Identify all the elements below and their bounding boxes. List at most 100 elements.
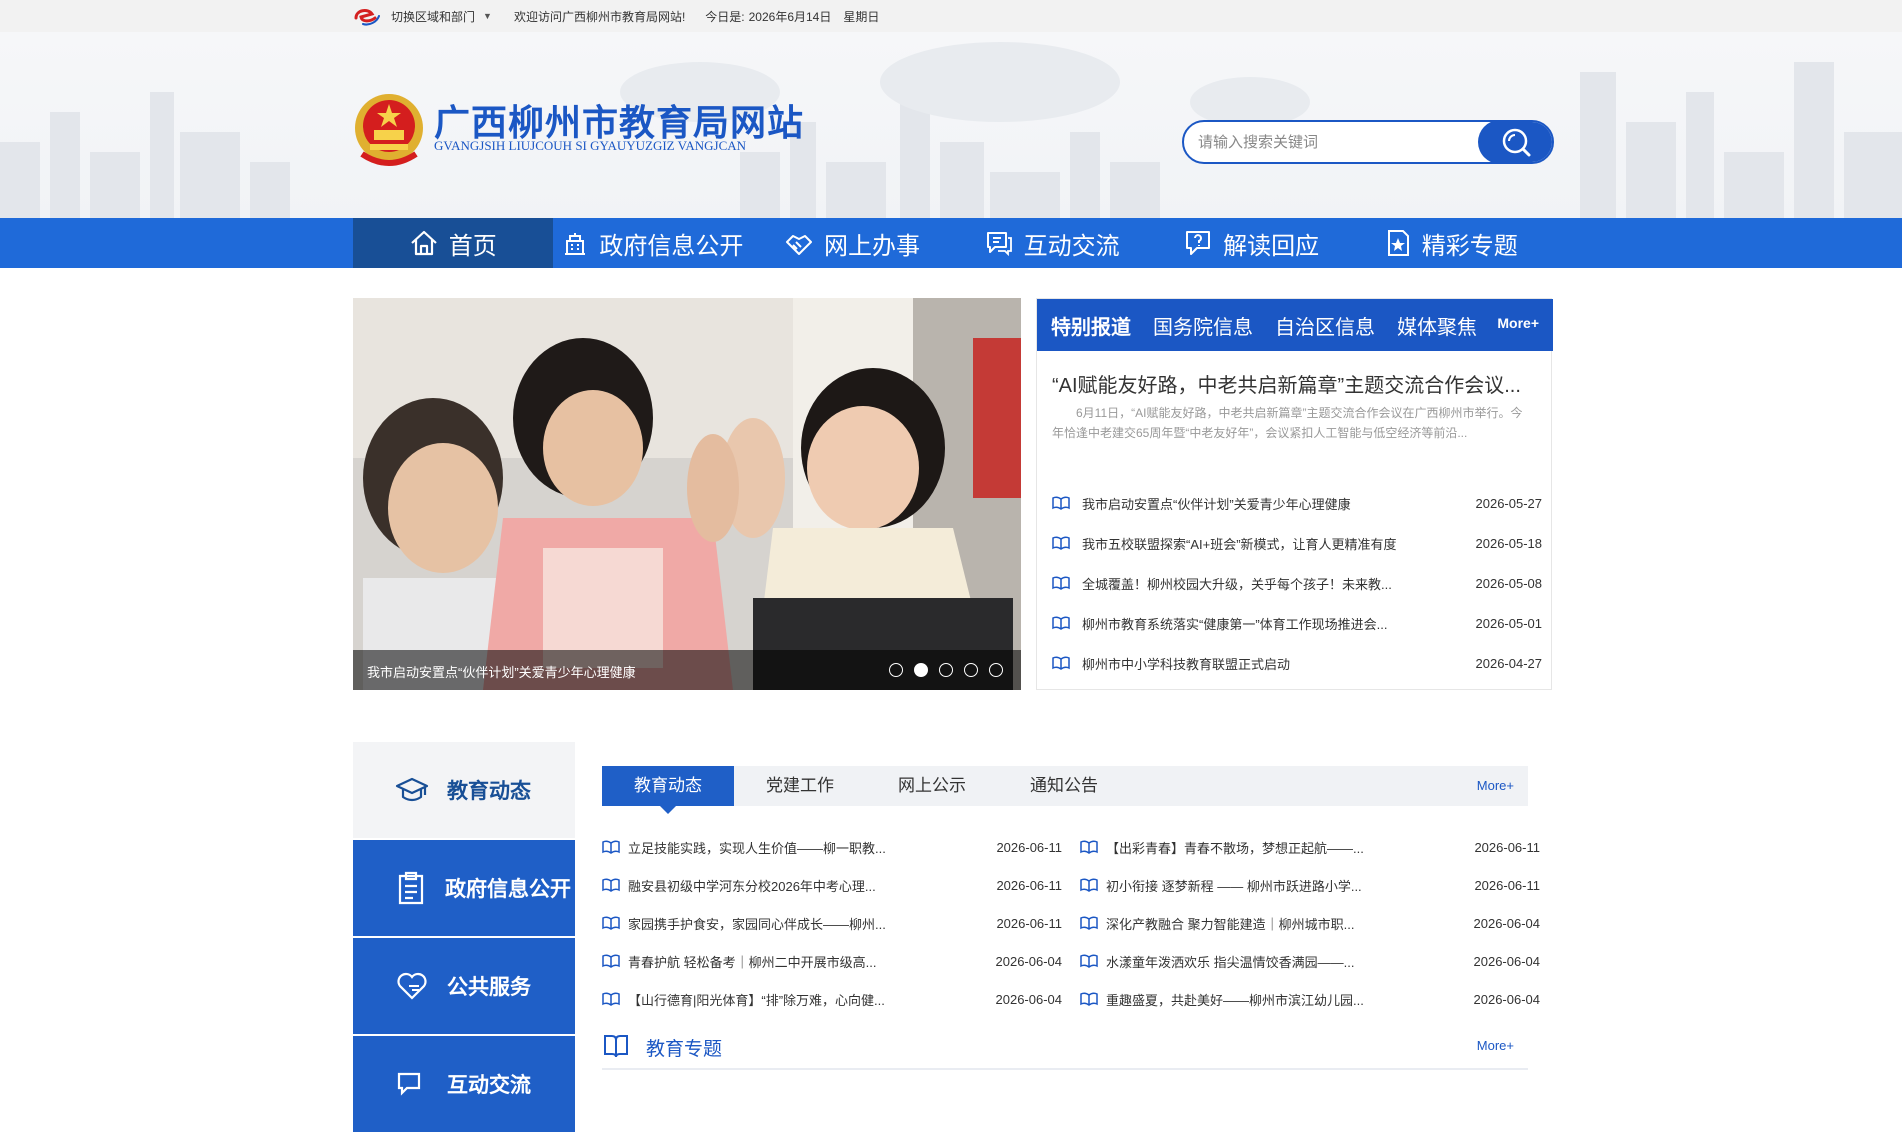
- list-item[interactable]: 水漾童年泼洒欢乐 指尖温情饺香满园——... 2026-06-04: [1080, 942, 1540, 980]
- carousel-dots: [878, 663, 1003, 677]
- tab-education-news[interactable]: 教育动态: [602, 766, 734, 814]
- content-list-right: 【出彩青春】青春不散场，梦想正起航——... 2026-06-11 初小衔接 逐…: [1080, 828, 1540, 1018]
- region-switcher[interactable]: 切换区域和部门 ▼: [391, 8, 492, 25]
- nav-label: 政府信息公开: [599, 232, 744, 260]
- book-icon: [1052, 616, 1070, 630]
- banner-caption-bar: 我市启动安置点“伙伴计划”关爱青少年心理健康: [353, 650, 1021, 690]
- carousel-dot[interactable]: [939, 663, 953, 677]
- item-title: 深化产教融合 聚力智能建造｜柳州城市职...: [1106, 916, 1355, 932]
- nav-item-gov-info[interactable]: 政府信息公开: [553, 218, 753, 268]
- nav-item-interaction[interactable]: 互动交流: [952, 218, 1152, 268]
- news-date: 2026-05-01: [1475, 615, 1543, 631]
- sidebar-item-education-news[interactable]: 教育动态: [353, 742, 575, 838]
- carousel-dot[interactable]: [989, 663, 1003, 677]
- list-item[interactable]: 柳州市教育系统落实“健康第一”体育工作现场推进会... 2026-05-01: [1052, 603, 1542, 643]
- nav-item-online-service[interactable]: 网上办事: [752, 218, 952, 268]
- list-item[interactable]: 柳州市中小学科技教育联盟正式启动 2026-04-27: [1052, 643, 1542, 683]
- news-title: 我市启动安置点“伙伴计划”关爱青少年心理健康: [1082, 496, 1351, 512]
- news-panel: 特别报道 国务院信息 自治区信息 媒体聚焦 More+ “AI赋能友好路，中老共…: [1036, 298, 1553, 690]
- carousel-dot-active[interactable]: [914, 663, 928, 677]
- tab-party-work[interactable]: 党建工作: [734, 766, 866, 806]
- list-item[interactable]: 青春护航 轻松备考｜柳州二中开展市级高... 2026-06-04: [602, 942, 1062, 980]
- news-more-link[interactable]: More+: [1497, 315, 1539, 331]
- item-title: 家园携手护食安，家园同心伴成长——柳州...: [628, 916, 886, 932]
- item-date: 2026-06-04: [1473, 915, 1541, 931]
- nav-label: 互动交流: [1023, 232, 1120, 260]
- tab-state-council[interactable]: 国务院信息: [1153, 311, 1253, 340]
- sidebar-item-gov-info[interactable]: 政府信息公开: [353, 840, 575, 936]
- tab-region-info[interactable]: 自治区信息: [1275, 311, 1375, 340]
- item-date: 2026-06-11: [1474, 839, 1540, 855]
- item-date: 2026-06-04: [1473, 991, 1541, 1007]
- item-date: 2026-06-04: [1473, 953, 1541, 969]
- nav-item-home[interactable]: 首页: [353, 218, 553, 268]
- chevron-down-icon: ▼: [483, 11, 492, 21]
- clipboard-icon: [398, 871, 424, 905]
- news-date: 2026-05-08: [1475, 575, 1543, 591]
- book-icon: [602, 916, 620, 930]
- headline-link[interactable]: “AI赋能友好路，中老共启新篇章”主题交流合作会议...: [1052, 369, 1542, 398]
- list-item[interactable]: 【出彩青春】青春不散场，梦想正起航——... 2026-06-11: [1080, 828, 1540, 866]
- list-item[interactable]: 融安县初级中学河东分校2026年中考心理... 2026-06-11: [602, 866, 1062, 904]
- carousel-dot[interactable]: [964, 663, 978, 677]
- carousel-dot[interactable]: [889, 663, 903, 677]
- banner-carousel[interactable]: 我市启动安置点“伙伴计划”关爱青少年心理健康: [353, 298, 1021, 690]
- book-icon: [1052, 496, 1070, 510]
- main-nav: 首页 政府信息公开 网上办事 互动交流 解读回应 精彩专题: [0, 218, 1902, 268]
- book-icon: [1080, 916, 1098, 930]
- list-item[interactable]: 家园携手护食安，家园同心伴成长——柳州... 2026-06-11: [602, 904, 1062, 942]
- book-icon: [602, 992, 620, 1006]
- date-label: 今日是:: [705, 9, 745, 24]
- list-item[interactable]: 全城覆盖！柳州校园大升级，关乎每个孩子！未来教... 2026-05-08: [1052, 563, 1542, 603]
- content-more-link[interactable]: More+: [1477, 778, 1514, 793]
- book-icon: [602, 954, 620, 968]
- book-icon: [1052, 576, 1070, 590]
- book-icon: [1052, 656, 1070, 670]
- tab-media-focus[interactable]: 媒体聚焦: [1397, 311, 1477, 340]
- nav-label: 解读回应: [1223, 232, 1320, 260]
- education-topics-header: 教育专题 More+: [602, 1024, 1528, 1070]
- item-title: 重趣盛夏，共赴美好——柳州市滨江幼儿园...: [1106, 992, 1364, 1008]
- list-item[interactable]: 我市启动安置点“伙伴计划”关爱青少年心理健康 2026-05-27: [1052, 483, 1542, 523]
- book-icon: [1052, 536, 1070, 550]
- news-date: 2026-05-27: [1475, 495, 1543, 511]
- nav-label: 首页: [448, 232, 497, 260]
- item-title: 立足技能实践，实现人生价值——柳一职教...: [628, 840, 886, 856]
- sidebar-item-interaction[interactable]: 互动交流: [353, 1036, 575, 1132]
- star-document-icon: [1387, 230, 1409, 256]
- chat-icon: [986, 232, 1012, 257]
- sidebar-item-public-service[interactable]: 公共服务: [353, 938, 575, 1034]
- list-item[interactable]: 深化产教融合 聚力智能建造｜柳州城市职... 2026-06-04: [1080, 904, 1540, 942]
- site-header: 广西柳州市教育局网站 GVANGJSIH LIUJCOUH SI GYAUYUZ…: [0, 32, 1902, 218]
- list-item[interactable]: 【山行德育|阳光体育】“排”除万难，心向健... 2026-06-04: [602, 980, 1062, 1018]
- topics-title[interactable]: 教育专题: [646, 1034, 722, 1061]
- sidebar-label: 教育动态: [447, 780, 531, 803]
- book-icon: [1080, 878, 1098, 892]
- search-input[interactable]: [1184, 122, 1480, 162]
- search-button[interactable]: [1478, 122, 1552, 162]
- item-title: 【山行德育|阳光体育】“排”除万难，心向健...: [628, 992, 885, 1008]
- tab-announcements[interactable]: 通知公告: [998, 766, 1130, 806]
- item-date: 2026-06-11: [996, 877, 1062, 893]
- nav-item-topics[interactable]: 精彩专题: [1351, 218, 1551, 268]
- question-chat-icon: [1186, 231, 1211, 255]
- banner-caption[interactable]: 我市启动安置点“伙伴计划”关爱青少年心理健康: [367, 662, 636, 681]
- home-icon: [411, 230, 437, 256]
- welcome-text: 欢迎访问广西柳州市教育局网站!: [513, 9, 686, 24]
- nav-item-interpretation[interactable]: 解读回应: [1151, 218, 1351, 268]
- news-tabs: 特别报道 国务院信息 自治区信息 媒体聚焦 More+: [1037, 299, 1553, 351]
- list-item[interactable]: 初小衔接 逐梦新程 —— 柳州市跃进路小学... 2026-06-11: [1080, 866, 1540, 904]
- news-date: 2026-05-18: [1475, 535, 1543, 551]
- list-item[interactable]: 重趣盛夏，共赴美好——柳州市滨江幼儿园... 2026-06-04: [1080, 980, 1540, 1018]
- list-item[interactable]: 我市五校联盟探索“AI+班会”新模式，让育人更精准有度 2026-05-18: [1052, 523, 1542, 563]
- list-item[interactable]: 立足技能实践，实现人生价值——柳一职教... 2026-06-11: [602, 828, 1062, 866]
- item-title: 水漾童年泼洒欢乐 指尖温情饺香满园——...: [1106, 954, 1355, 970]
- nav-label: 网上办事: [823, 232, 920, 260]
- topics-more-link[interactable]: More+: [1477, 1038, 1514, 1053]
- book-icon: [1080, 954, 1098, 968]
- book-icon: [602, 878, 620, 892]
- weekday: 星期日: [843, 9, 880, 24]
- news-date: 2026-04-27: [1475, 655, 1543, 671]
- tab-special-report[interactable]: 特别报道: [1051, 311, 1131, 340]
- tab-online-notice[interactable]: 网上公示: [866, 766, 998, 806]
